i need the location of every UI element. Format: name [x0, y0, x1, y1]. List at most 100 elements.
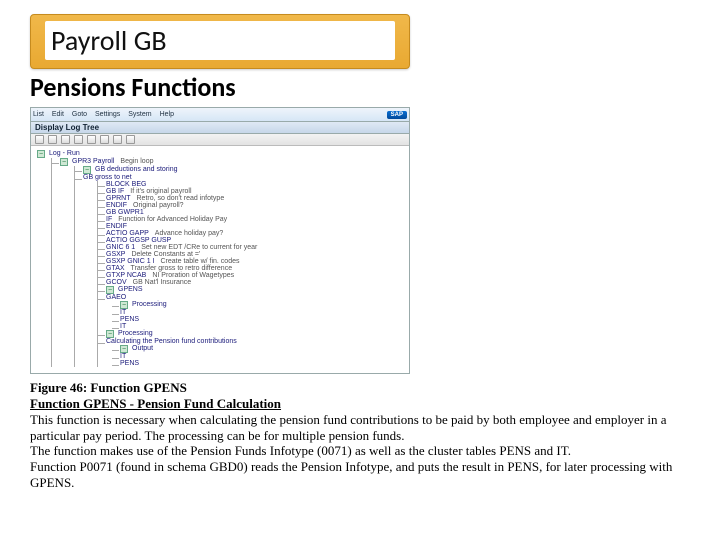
body-text-1: This function is necessary when calculat…	[30, 412, 690, 444]
page-title: Payroll GB	[45, 21, 395, 60]
row-label: GNIC 6 1	[106, 244, 135, 251]
log-tree: − Log - Run − GPR3 Payroll Begin loop − …	[31, 146, 409, 373]
body-text-2: The function makes use of the Pension Fu…	[30, 443, 690, 459]
search-icon[interactable]	[87, 135, 96, 144]
menu-edit[interactable]: Edit	[52, 111, 64, 118]
row-comment: Advance holiday pay?	[155, 230, 224, 237]
back-icon[interactable]	[35, 135, 44, 144]
row-comment: Set new EDT /CRe to current for year	[141, 244, 257, 251]
row-comment: If it's original payroll	[130, 188, 191, 195]
tree-row[interactable]: GPRNT Retro, so don't read infotype	[106, 195, 403, 202]
tree-row[interactable]: GNIC 6 1 Set new EDT /CRe to current for …	[106, 244, 403, 251]
config-icon[interactable]	[126, 135, 135, 144]
row-label: GTXP NCAB	[106, 272, 146, 279]
row-label: IT	[120, 323, 126, 330]
row-label: ENDIF	[106, 223, 127, 230]
tree-row[interactable]: ENDIF	[106, 223, 403, 230]
row-label: BLOCK BEG	[106, 181, 146, 188]
function-heading: Function GPENS - Pension Fund Calculatio…	[30, 396, 690, 412]
minus-icon[interactable]: −	[106, 286, 114, 294]
tree-row[interactable]: IF Function for Advanced Holiday Pay	[106, 216, 403, 223]
row-label: Output	[132, 345, 153, 352]
row-comment: Original payroll?	[133, 202, 184, 209]
minus-icon[interactable]: −	[37, 150, 45, 158]
cancel-icon[interactable]	[74, 135, 83, 144]
tree-row[interactable]: ACTIO GAPPAdvance holiday pay?	[106, 230, 403, 237]
row-label: PENS	[120, 316, 139, 323]
minus-icon[interactable]: −	[120, 345, 128, 353]
row-label: GAEO	[106, 294, 126, 301]
tree-main[interactable]: − GPR3 Payroll Begin loop	[60, 158, 403, 166]
row-comment: NI Proration of Wagetypes	[152, 272, 234, 279]
row-label: GPRNT	[106, 195, 131, 202]
row-label: GCOV	[106, 279, 127, 286]
tree-row[interactable]: BLOCK BEG	[106, 181, 403, 188]
sap-menu[interactable]: List Edit Goto Settings System Help	[33, 111, 180, 118]
title-box: Payroll GB	[30, 14, 410, 69]
run-icon[interactable]	[61, 135, 70, 144]
row-label: GSXP	[106, 251, 125, 258]
tree-row[interactable]: PENS	[120, 360, 403, 367]
tree-row[interactable]: GB IF If it's original payroll	[106, 188, 403, 195]
tree-row[interactable]: IT	[120, 353, 403, 360]
row-comment: Retro, so don't read infotype	[137, 195, 225, 202]
row-label: Processing	[118, 330, 153, 337]
tree-row[interactable]: −Processing	[120, 301, 403, 309]
tree-row[interactable]: GCOVGB Nat'l Insurance	[106, 279, 403, 286]
figure-label: Figure 46: Function GPENS	[30, 380, 690, 396]
tree-row[interactable]: IT	[120, 323, 403, 330]
sap-window: List Edit Goto Settings System Help SAP …	[30, 107, 410, 374]
row-label: GSXP GNIC 1 I	[106, 258, 155, 265]
body-text-3: Function P0071 (found in schema GBD0) re…	[30, 459, 690, 491]
tree-row[interactable]: ACTIO GGSP GUSP	[106, 237, 403, 244]
tree-sub-root[interactable]: − GB deductions and storing	[83, 166, 403, 174]
row-comment: Delete Constants at ='	[131, 251, 200, 258]
row-label: GTAX	[106, 265, 125, 272]
row-label: GB GWPR1	[106, 209, 144, 216]
minus-icon[interactable]: −	[83, 166, 91, 174]
tree-row[interactable]: −Processing	[106, 330, 403, 338]
tree-row[interactable]: ENDIF Original payroll?	[106, 202, 403, 209]
sap-toolbar	[31, 134, 409, 146]
row-label: GPENS	[118, 286, 143, 293]
tree-row[interactable]: Calculating the Pension fund contributio…	[106, 338, 403, 345]
row-label: ACTIO GGSP GUSP	[106, 237, 171, 244]
row-label: IT	[120, 309, 126, 316]
tree-row[interactable]: GB GWPR1	[106, 209, 403, 216]
tree-sub-line[interactable]: GB gross to net	[83, 174, 403, 181]
tree-row[interactable]: GTAX Transfer gross to retro difference	[106, 265, 403, 272]
row-label: Calculating the Pension fund contributio…	[106, 338, 237, 345]
tree-row[interactable]: IT	[120, 309, 403, 316]
menu-goto[interactable]: Goto	[72, 111, 87, 118]
sap-titlebar: List Edit Goto Settings System Help SAP	[31, 108, 409, 122]
menu-settings[interactable]: Settings	[95, 111, 120, 118]
row-label: Processing	[132, 301, 167, 308]
tree-row[interactable]: GSXP GNIC 1 I Create table w/ fin. codes	[106, 258, 403, 265]
export-icon[interactable]	[113, 135, 122, 144]
menu-help[interactable]: Help	[160, 111, 174, 118]
tree-row[interactable]: −GPENS	[106, 286, 403, 294]
row-label: ENDIF	[106, 202, 127, 209]
menu-list[interactable]: List	[33, 111, 44, 118]
tree-row[interactable]: −Output	[120, 345, 403, 353]
sap-page-title: Display Log Tree	[31, 122, 409, 134]
minus-icon[interactable]: −	[120, 301, 128, 309]
tree-row[interactable]: GTXP NCAB NI Proration of Wagetypes	[106, 272, 403, 279]
row-label: GB IF	[106, 188, 124, 195]
tree-row[interactable]: GSXP Delete Constants at ='	[106, 251, 403, 258]
print-icon[interactable]	[100, 135, 109, 144]
row-label: IT	[120, 353, 126, 360]
tree-root[interactable]: − Log - Run	[37, 150, 403, 158]
minus-icon[interactable]: −	[60, 158, 68, 166]
row-label: IF	[106, 216, 112, 223]
up-icon[interactable]	[48, 135, 57, 144]
tree-row[interactable]: GAEO	[106, 294, 403, 301]
row-comment: Create table w/ fin. codes	[161, 258, 240, 265]
row-label: PENS	[120, 360, 139, 367]
menu-system[interactable]: System	[128, 111, 151, 118]
minus-icon[interactable]: −	[106, 330, 114, 338]
page-subtitle: Pensions Functions	[30, 71, 690, 103]
tree-row[interactable]: PENS	[120, 316, 403, 323]
row-comment: Function for Advanced Holiday Pay	[118, 216, 227, 223]
row-comment: Transfer gross to retro difference	[131, 265, 233, 272]
